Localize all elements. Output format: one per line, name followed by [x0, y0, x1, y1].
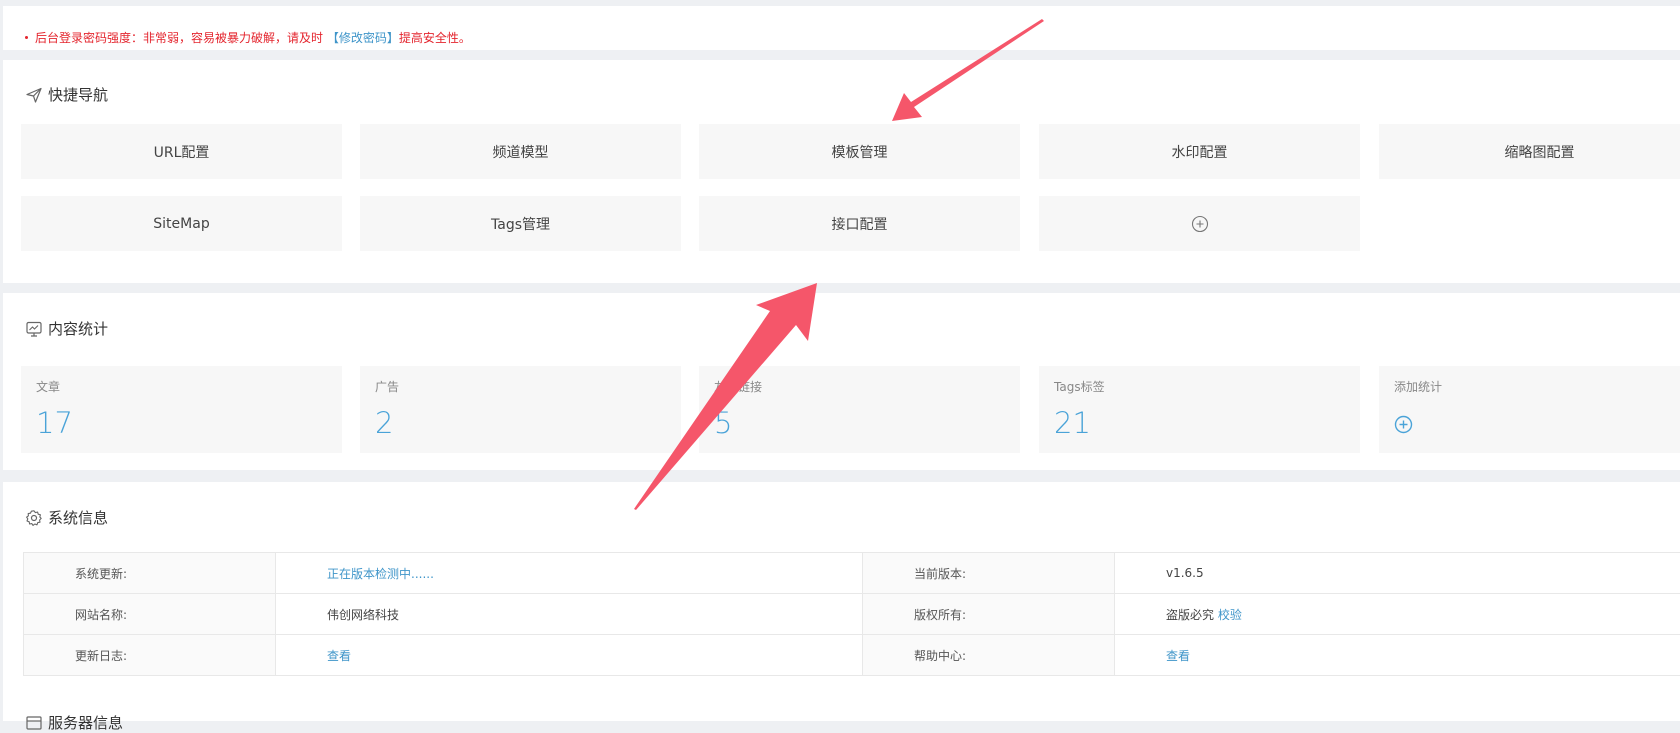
content-stats-title-text: 内容统计 [48, 318, 108, 339]
system-info-table: 系统更新: 正在版本检测中...... 当前版本: v1.6.5 网站名称: 伟… [23, 552, 1680, 676]
label-current-version: 当前版本: [863, 553, 1115, 594]
value-system-update: 正在版本检测中...... [276, 553, 863, 594]
add-nav-button[interactable] [1039, 196, 1360, 251]
content-stats-title: 内容统计 [25, 318, 108, 339]
alert-text: 后台登录密码强度：非常弱，容易被暴力破解，请及时 [35, 31, 323, 45]
help-center-view-link[interactable]: 查看 [1166, 649, 1190, 663]
gear-icon [25, 509, 43, 527]
nav-tile-label: Tags管理 [491, 214, 550, 234]
copyright-text: 盗版必究 [1166, 608, 1214, 622]
verify-link[interactable]: 校验 [1218, 608, 1242, 622]
stat-value: 2 [375, 406, 393, 440]
content-stats-panel: 内容统计 文章 17 广告 2 友情链接 5 Tags标签 21 添加统计 [3, 293, 1680, 470]
label-help-center: 帮助中心: [863, 635, 1115, 676]
stat-label: 文章 [36, 378, 60, 395]
nav-tile-sitemap[interactable]: SiteMap [21, 196, 342, 251]
stat-label: 添加统计 [1394, 378, 1442, 395]
server-info-title: 服务器信息 [25, 712, 123, 733]
nav-tile-api-config[interactable]: 接口配置 [699, 196, 1020, 251]
plus-circle-icon [1394, 415, 1413, 434]
stat-value: 17 [36, 406, 73, 440]
stat-label: 广告 [375, 378, 399, 395]
alert-suffix: 提高安全性。 [399, 31, 471, 45]
stat-label: Tags标签 [1054, 378, 1105, 395]
value-current-version: v1.6.5 [1115, 553, 1680, 594]
change-password-link[interactable]: 【修改密码】 [327, 31, 399, 45]
nav-tile-channel-model[interactable]: 频道模型 [360, 124, 681, 179]
bullet-icon [25, 36, 28, 39]
paper-plane-icon [25, 86, 43, 104]
nav-tile-template-manage[interactable]: 模板管理 [699, 124, 1020, 179]
label-system-update: 系统更新: [24, 553, 276, 594]
password-alert: 后台登录密码强度：非常弱，容易被暴力破解，请及时 【修改密码】提高安全性。 [25, 29, 471, 46]
quick-nav-panel: 快捷导航 URL配置 频道模型 模板管理 水印配置 缩略图配置 SiteMap … [3, 60, 1680, 283]
system-info-panel: 系统信息 系统更新: 正在版本检测中...... 当前版本: v1.6.5 网站… [3, 482, 1680, 721]
server-info-title-text: 服务器信息 [48, 712, 123, 733]
label-update-log: 更新日志: [24, 635, 276, 676]
quick-nav-title-text: 快捷导航 [48, 84, 108, 105]
system-info-title-text: 系统信息 [48, 507, 108, 528]
value-site-name: 伟创网络科技 [276, 594, 863, 635]
label-site-name: 网站名称: [24, 594, 276, 635]
nav-tile-label: 缩略图配置 [1505, 142, 1575, 162]
nav-tile-label: 接口配置 [832, 214, 888, 234]
stat-value: 21 [1054, 406, 1091, 440]
stat-card-ads[interactable]: 广告 2 [360, 366, 681, 453]
stat-card-articles[interactable]: 文章 17 [21, 366, 342, 453]
stat-label: 友情链接 [714, 378, 762, 395]
value-update-log: 查看 [276, 635, 863, 676]
table-row: 更新日志: 查看 帮助中心: 查看 [24, 635, 1680, 676]
table-row: 系统更新: 正在版本检测中...... 当前版本: v1.6.5 [24, 553, 1680, 594]
nav-tile-tags-manage[interactable]: Tags管理 [360, 196, 681, 251]
value-help-center: 查看 [1115, 635, 1680, 676]
table-row: 网站名称: 伟创网络科技 版权所有: 盗版必究 校验 [24, 594, 1680, 635]
nav-tile-label: 频道模型 [493, 142, 549, 162]
monitor-icon [25, 320, 43, 338]
password-alert-bar: 后台登录密码强度：非常弱，容易被暴力破解，请及时 【修改密码】提高安全性。 [3, 6, 1680, 50]
version-check-link[interactable]: 正在版本检测中...... [327, 567, 434, 581]
nav-tile-thumbnail-config[interactable]: 缩略图配置 [1379, 124, 1680, 179]
plus-circle-icon [1191, 215, 1209, 233]
quick-nav-title: 快捷导航 [25, 84, 108, 105]
stat-card-friend-links[interactable]: 友情链接 5 [699, 366, 1020, 453]
nav-tile-label: SiteMap [153, 216, 209, 232]
update-log-view-link[interactable]: 查看 [327, 649, 351, 663]
add-stat-button[interactable]: 添加统计 [1379, 366, 1680, 453]
server-icon [25, 714, 43, 732]
nav-tile-url-config[interactable]: URL配置 [21, 124, 342, 179]
label-copyright: 版权所有: [863, 594, 1115, 635]
value-copyright: 盗版必究 校验 [1115, 594, 1680, 635]
nav-tile-label: 模板管理 [832, 142, 888, 162]
stat-card-tags[interactable]: Tags标签 21 [1039, 366, 1360, 453]
system-info-title: 系统信息 [25, 507, 108, 528]
nav-tile-label: 水印配置 [1172, 142, 1228, 162]
nav-tile-label: URL配置 [154, 142, 210, 162]
nav-tile-watermark-config[interactable]: 水印配置 [1039, 124, 1360, 179]
stat-value: 5 [714, 406, 732, 440]
